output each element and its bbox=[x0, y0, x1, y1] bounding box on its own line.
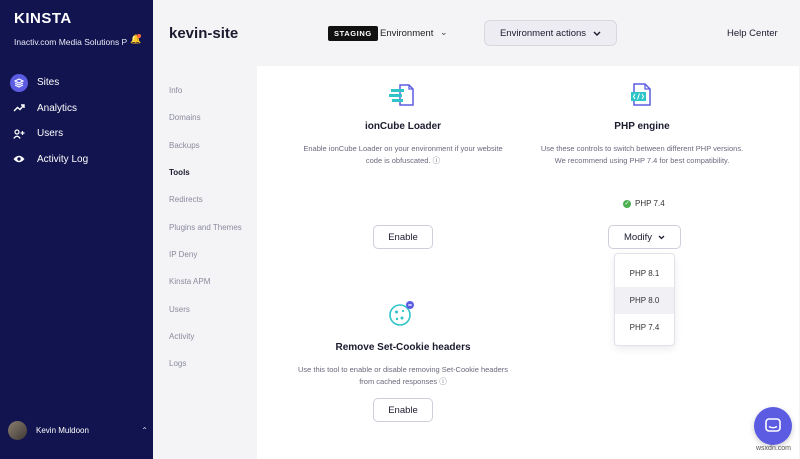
set-cookie-enable-button[interactable]: Enable bbox=[373, 398, 433, 422]
php-description: Use these controls to switch between dif… bbox=[540, 144, 744, 165]
top-header: kevin-site STAGING Environment ⌄ Environ… bbox=[153, 0, 800, 66]
user-plus-icon bbox=[10, 125, 28, 143]
watermark: wsxdn.com bbox=[756, 445, 792, 452]
subnav-item-info[interactable]: Info bbox=[169, 86, 182, 95]
ioncube-description: Enable ionCube Loader on your environmen… bbox=[303, 144, 503, 165]
sidebar-item-label: Users bbox=[37, 128, 64, 140]
php-option-7-4[interactable]: PHP 7.4 bbox=[615, 314, 674, 341]
trend-icon bbox=[10, 99, 28, 117]
cookie-icon bbox=[389, 301, 414, 326]
subnav-item-redirects[interactable]: Redirects bbox=[169, 195, 203, 204]
set-cookie-section: Remove Set-Cookie headers Use this tool … bbox=[297, 342, 509, 387]
php-version-label: PHP 7.4 bbox=[635, 199, 665, 208]
environment-badge[interactable]: STAGING bbox=[328, 26, 378, 41]
tools-card: ionCube Loader Enable ionCube Loader on … bbox=[257, 66, 799, 459]
subnav-item-users[interactable]: Users bbox=[169, 305, 190, 314]
chevron-down-icon bbox=[593, 31, 601, 36]
ioncube-loader-section: ionCube Loader Enable ionCube Loader on … bbox=[297, 121, 509, 166]
php-file-icon bbox=[631, 83, 651, 106]
sidebar: KINSTA Inactiv.com Media Solutions P 🔔 S… bbox=[0, 0, 153, 459]
modify-php-button[interactable]: Modify bbox=[608, 225, 681, 249]
environment-actions-label: Environment actions bbox=[499, 27, 587, 39]
company-name[interactable]: Inactiv.com Media Solutions P bbox=[14, 37, 127, 47]
chevron-up-icon: ⌃ bbox=[141, 426, 148, 435]
page-title: kevin-site bbox=[169, 25, 239, 42]
help-icon[interactable]: ⓘ bbox=[439, 377, 447, 386]
check-circle-icon: ✓ bbox=[623, 199, 631, 208]
php-engine-section: PHP engine Use these controls to switch … bbox=[538, 121, 746, 166]
modify-label: Modify bbox=[624, 231, 652, 243]
environment-actions-button[interactable]: Environment actions bbox=[484, 20, 617, 46]
sidebar-item-label: Activity Log bbox=[37, 153, 89, 165]
avatar bbox=[8, 421, 27, 440]
chevron-down-icon bbox=[658, 235, 665, 239]
set-cookie-title: Remove Set-Cookie headers bbox=[335, 342, 471, 353]
php-version-dropdown: PHP 8.1 PHP 8.0 PHP 7.4 bbox=[614, 253, 675, 346]
subnav-item-plugins-and-themes[interactable]: Plugins and Themes bbox=[169, 223, 242, 232]
notification-dot bbox=[137, 34, 141, 38]
subnav-item-logs[interactable]: Logs bbox=[169, 359, 186, 368]
subnav-item-kinsta-apm[interactable]: Kinsta APM bbox=[169, 277, 210, 286]
chevron-down-icon[interactable]: ⌄ bbox=[440, 27, 448, 38]
subnav-item-backups[interactable]: Backups bbox=[169, 141, 200, 150]
user-name: Kevin Muldoon bbox=[36, 426, 89, 435]
user-menu[interactable]: Kevin Muldoon ⌃ bbox=[8, 421, 148, 440]
set-cookie-description: Use this tool to enable or disable remov… bbox=[297, 365, 509, 386]
subnav-item-domains[interactable]: Domains bbox=[169, 113, 201, 122]
help-icon[interactable]: ⓘ bbox=[433, 156, 441, 165]
php-option-8-0[interactable]: PHP 8.0 bbox=[615, 287, 674, 314]
ioncube-icon bbox=[389, 84, 414, 106]
subnav-item-ip-deny[interactable]: IP Deny bbox=[169, 250, 197, 259]
kinsta-logo[interactable]: KINSTA bbox=[14, 10, 72, 27]
sidebar-item-sites[interactable]: Sites bbox=[0, 70, 153, 96]
sidebar-item-label: Analytics bbox=[37, 102, 78, 114]
sidebar-item-users[interactable]: Users bbox=[0, 121, 153, 147]
ioncube-enable-button[interactable]: Enable bbox=[373, 225, 433, 249]
layers-icon bbox=[10, 73, 28, 92]
subnav-item-tools[interactable]: Tools bbox=[169, 168, 190, 177]
php-status: ✓ PHP 7.4 bbox=[623, 199, 665, 208]
ioncube-title: ionCube Loader bbox=[364, 121, 442, 132]
site-subnav: Info Domains Backups Tools Redirects Plu… bbox=[153, 66, 257, 459]
sidebar-item-label: Sites bbox=[37, 77, 60, 89]
chat-icon bbox=[765, 418, 781, 432]
subnav-item-activity[interactable]: Activity bbox=[169, 332, 194, 341]
php-title: PHP engine bbox=[614, 121, 670, 132]
chat-support-button[interactable] bbox=[754, 407, 792, 445]
sidebar-item-analytics[interactable]: Analytics bbox=[0, 96, 153, 122]
eye-icon bbox=[10, 150, 28, 168]
sidebar-item-activity-log[interactable]: Activity Log bbox=[0, 147, 153, 173]
main-nav: Sites Analytics Users Activity Log bbox=[0, 70, 153, 172]
help-center-link[interactable]: Help Center bbox=[727, 28, 778, 39]
environment-selector[interactable]: Environment bbox=[380, 28, 433, 39]
php-option-8-1[interactable]: PHP 8.1 bbox=[615, 260, 674, 287]
